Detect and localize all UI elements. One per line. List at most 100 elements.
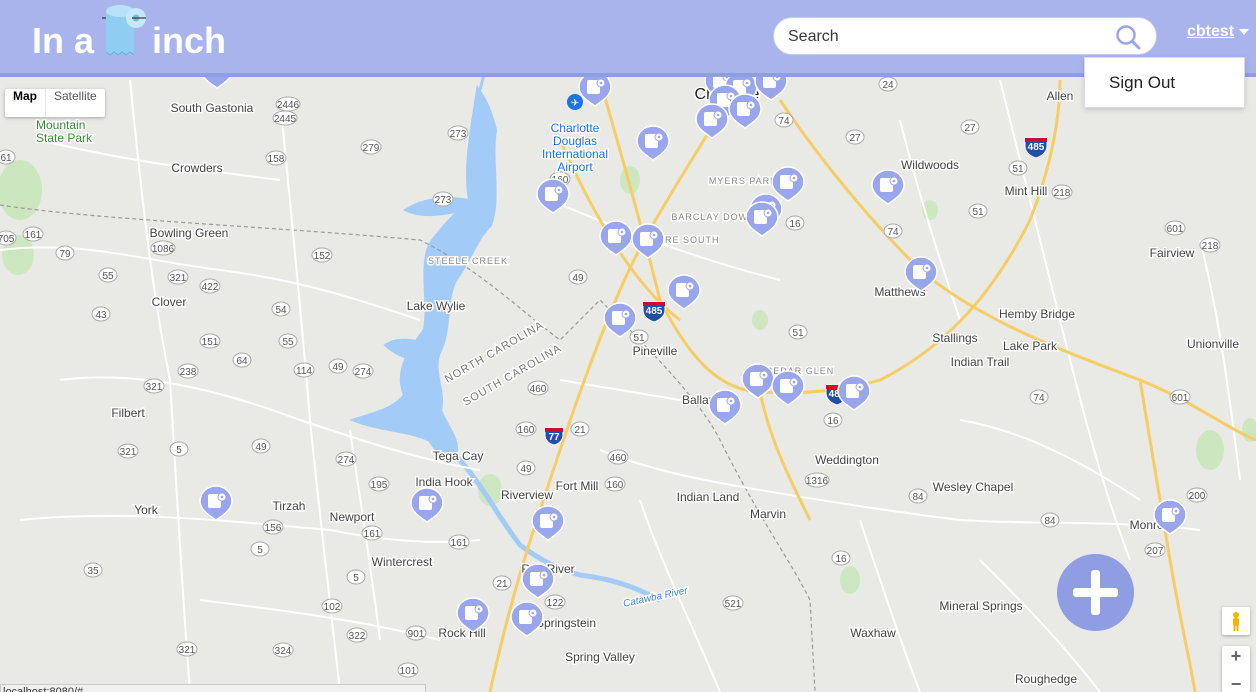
- svg-text:705: 705: [0, 234, 15, 245]
- svg-text:24: 24: [882, 80, 894, 91]
- town-label: Mint Hill: [1005, 184, 1048, 198]
- svg-text:274: 274: [355, 367, 372, 378]
- town-label: India Hook: [415, 475, 473, 489]
- app-root: 2446 2445 158 273 279 160 273 161 1086 7…: [0, 0, 1256, 692]
- town-label: Roughedge: [1015, 672, 1077, 686]
- svg-text:207: 207: [1147, 546, 1164, 557]
- svg-text:151: 151: [202, 337, 219, 348]
- town-label: Tirzah: [273, 499, 306, 513]
- town-label: Pineville: [633, 344, 678, 358]
- map-type-map-button[interactable]: Map: [5, 89, 46, 117]
- user-dropdown-menu: Sign Out: [1084, 57, 1245, 108]
- town-label: Weddington: [815, 453, 879, 467]
- svg-text:16: 16: [789, 219, 801, 230]
- svg-text:485: 485: [646, 306, 663, 317]
- svg-text:5: 5: [176, 445, 182, 456]
- svg-text:61: 61: [0, 153, 12, 164]
- zoom-control: + −: [1222, 646, 1250, 692]
- plus-icon: [1073, 570, 1118, 615]
- town-label: Lake Park: [1003, 339, 1058, 353]
- town-label: Mineral Springs: [939, 599, 1022, 613]
- svg-text:64: 64: [236, 356, 248, 367]
- svg-text:1316: 1316: [806, 476, 829, 487]
- town-label: Wesley Chapel: [933, 480, 1013, 494]
- svg-text:485: 485: [1028, 142, 1045, 153]
- logo-text-left: In a: [32, 20, 95, 61]
- svg-text:321: 321: [179, 645, 196, 656]
- svg-text:21: 21: [496, 579, 508, 590]
- svg-text:5: 5: [257, 545, 263, 556]
- svg-text:55: 55: [282, 337, 294, 348]
- svg-text:2446: 2446: [277, 100, 300, 111]
- search-bar: [773, 17, 1157, 55]
- app-logo[interactable]: In a inch: [32, 5, 226, 65]
- town-label: MYERS PARK: [709, 176, 777, 186]
- svg-text:322: 322: [349, 631, 366, 642]
- svg-text:161: 161: [364, 529, 381, 540]
- town-label: Clover: [152, 295, 187, 309]
- svg-text:✈: ✈: [571, 98, 579, 109]
- svg-text:114: 114: [296, 366, 312, 377]
- svg-text:161: 161: [451, 538, 468, 549]
- map-type-control: Map Satellite: [5, 89, 105, 117]
- map-view[interactable]: 2446 2445 158 273 279 160 273 161 1086 7…: [0, 0, 1256, 692]
- zoom-in-button[interactable]: +: [1222, 646, 1250, 674]
- svg-text:273: 273: [435, 195, 452, 206]
- svg-text:27: 27: [849, 133, 861, 144]
- svg-text:51: 51: [1012, 164, 1024, 175]
- svg-text:55: 55: [102, 271, 114, 282]
- town-label: Lake Wylie: [407, 299, 466, 313]
- town-label: Wintercrest: [372, 555, 433, 569]
- svg-text:27: 27: [964, 123, 976, 134]
- town-label: Marvin: [750, 507, 786, 521]
- svg-text:84: 84: [912, 492, 924, 503]
- svg-text:218: 218: [1202, 241, 1219, 252]
- search-icon[interactable]: [1114, 23, 1142, 51]
- svg-text:460: 460: [530, 384, 547, 395]
- town-label: Newport: [330, 510, 375, 524]
- svg-text:54: 54: [275, 305, 287, 316]
- svg-text:122: 122: [547, 598, 564, 609]
- town-label: Bowling Green: [150, 226, 229, 240]
- sign-out-menu-item[interactable]: Sign Out: [1109, 73, 1175, 93]
- svg-text:5: 5: [353, 573, 359, 584]
- svg-text:279: 279: [363, 143, 380, 154]
- search-input[interactable]: [786, 25, 1110, 49]
- svg-text:521: 521: [725, 599, 742, 610]
- svg-text:49: 49: [520, 464, 532, 475]
- svg-text:1086: 1086: [152, 244, 175, 255]
- town-label: Filbert: [111, 406, 145, 420]
- zoom-out-button[interactable]: −: [1222, 674, 1250, 692]
- town-label: Crowders: [171, 161, 222, 175]
- town-label: Unionville: [1187, 337, 1239, 351]
- town-label: Tega Cay: [433, 449, 484, 463]
- town-label: Indian Trail: [951, 355, 1010, 369]
- town-label: York: [134, 503, 159, 517]
- svg-text:84: 84: [1044, 516, 1056, 527]
- svg-text:901: 901: [408, 629, 425, 640]
- town-label: Fairview: [1150, 246, 1195, 260]
- town-label: South Gastonia: [171, 101, 254, 115]
- svg-text:274: 274: [338, 455, 355, 466]
- svg-text:51: 51: [633, 333, 645, 344]
- svg-text:102: 102: [324, 602, 341, 613]
- map-type-satellite-button[interactable]: Satellite: [46, 89, 105, 117]
- svg-text:160: 160: [607, 480, 624, 491]
- svg-text:35: 35: [87, 566, 99, 577]
- street-view-pegman-icon[interactable]: [1222, 607, 1250, 635]
- svg-text:74: 74: [1033, 393, 1045, 404]
- town-label: STEELE CREEK: [428, 256, 508, 266]
- app-header: In a inch cbtest: [0, 0, 1256, 77]
- svg-text:156: 156: [265, 523, 282, 534]
- town-label: Spring Valley: [565, 650, 635, 664]
- svg-text:218: 218: [1054, 188, 1071, 199]
- svg-text:21: 21: [574, 425, 586, 436]
- svg-text:16: 16: [827, 416, 839, 427]
- svg-text:158: 158: [268, 154, 285, 165]
- svg-text:2445: 2445: [274, 114, 297, 125]
- svg-text:74: 74: [887, 227, 899, 238]
- svg-text:101: 101: [400, 666, 417, 677]
- add-location-button[interactable]: [1057, 554, 1134, 631]
- user-menu-toggle[interactable]: cbtest: [1187, 23, 1250, 41]
- town-label: Waxhaw: [850, 626, 896, 640]
